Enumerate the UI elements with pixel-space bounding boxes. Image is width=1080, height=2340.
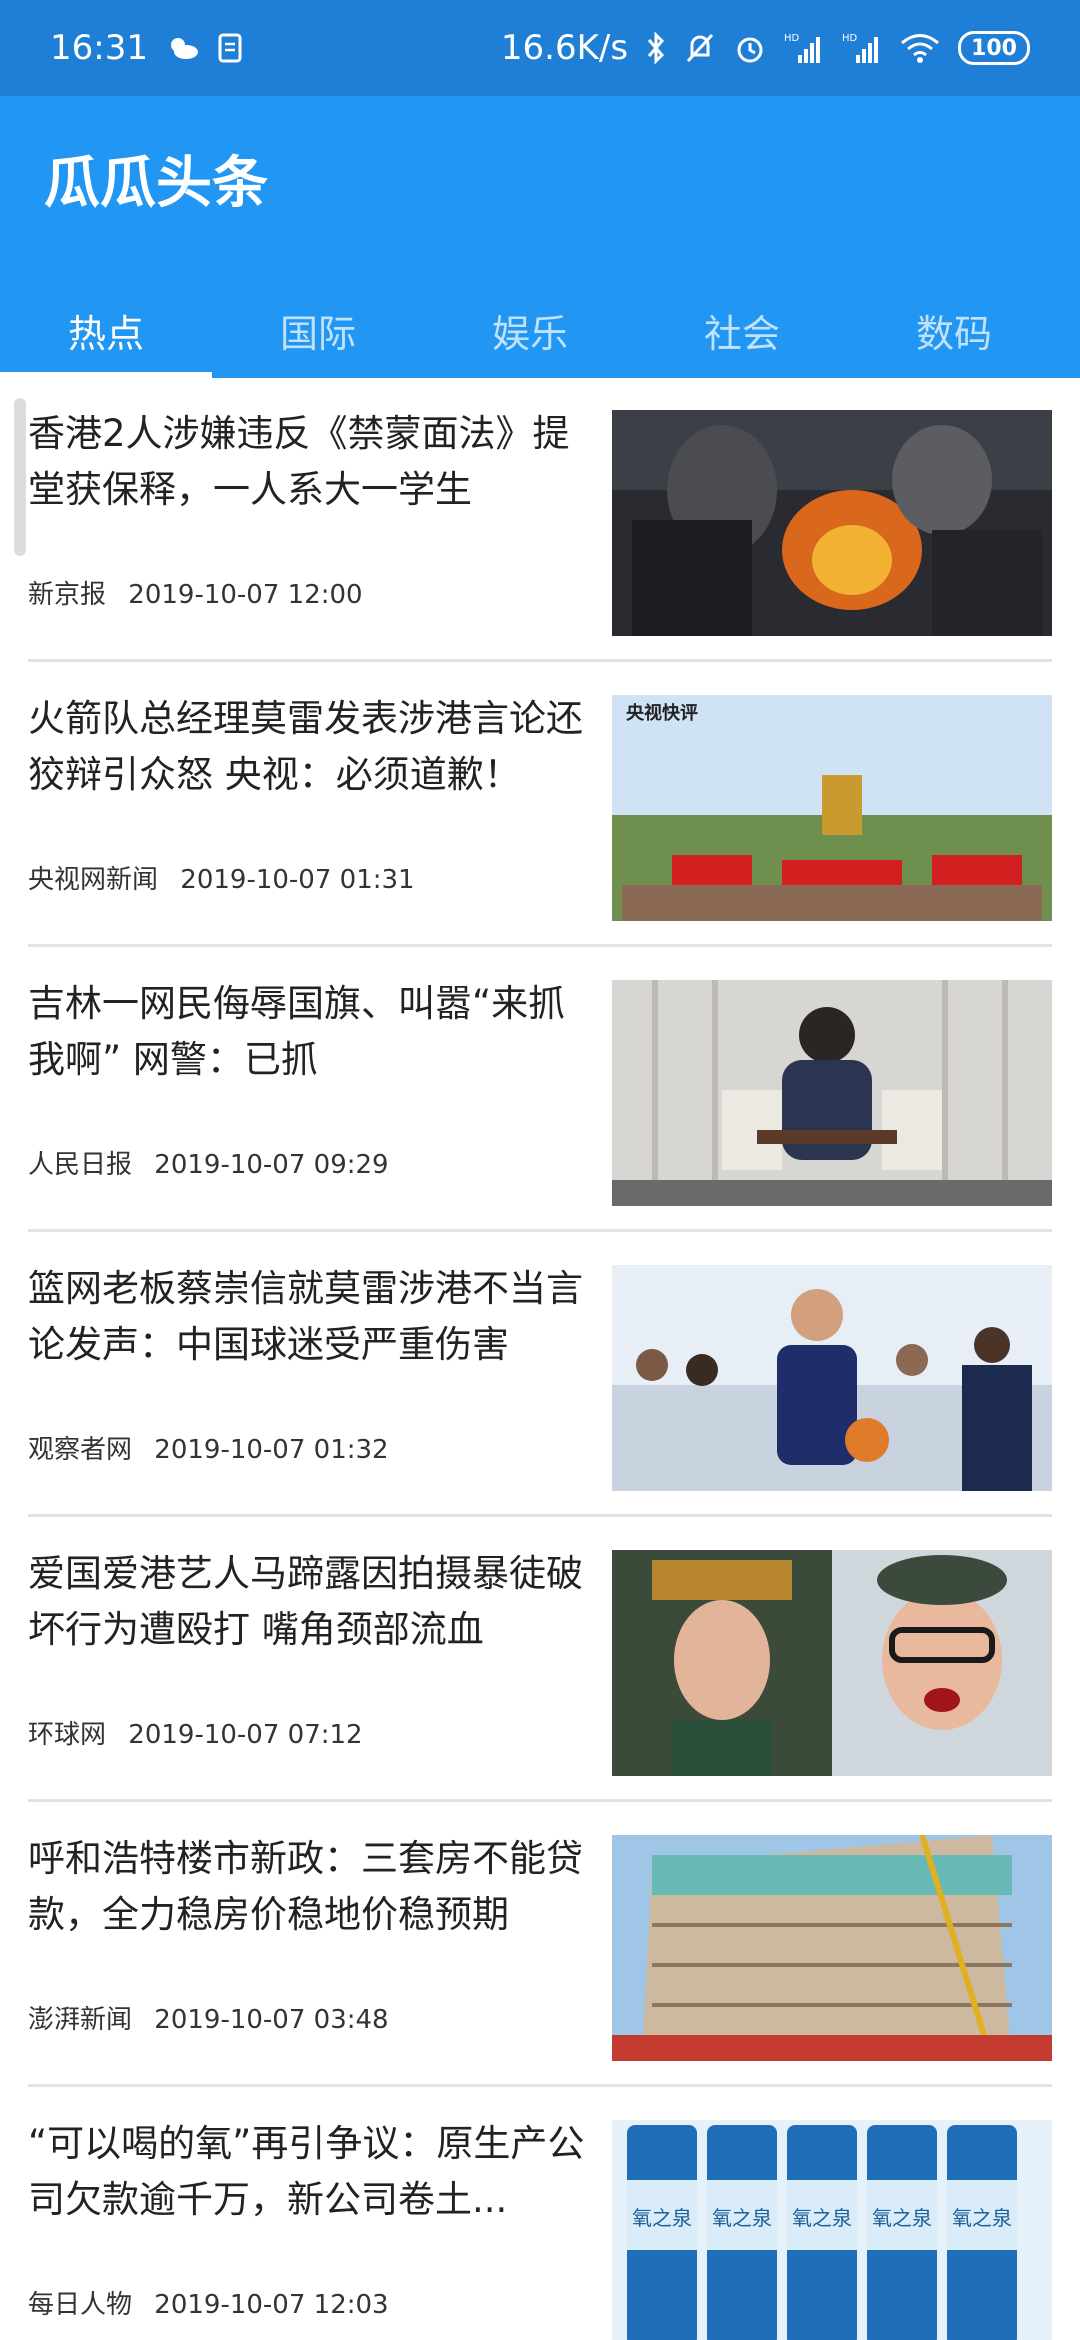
news-time: 2019-10-07 12:00 (128, 580, 363, 610)
news-source: 新京报 (28, 580, 107, 610)
news-feed[interactable]: 香港2人涉嫌违反《禁蒙面法》提堂获保释，一人系大一学生 新京报 2019-10-… (0, 378, 1080, 2340)
status-time: 16:31 (50, 28, 148, 68)
cloudy-weather-icon (166, 35, 200, 61)
signal-icon-2: HD (842, 31, 882, 65)
interrogation-room-photo (612, 980, 1052, 1206)
news-title: 香港2人涉嫌违反《禁蒙面法》提堂获保释，一人系大一学生 (28, 412, 570, 511)
news-title: “可以喝的氧”再引争议：原生产公司欠款逾千万，新公司卷土... (28, 2122, 585, 2221)
news-thumbnail[interactable]: 央视快评 (612, 695, 1052, 921)
status-left: 16:31 (50, 28, 244, 68)
svg-text:HD: HD (842, 33, 858, 44)
news-meta: 央视网新闻 2019-10-07 01:31 (28, 859, 415, 896)
svg-text:氧之泉: 氧之泉 (632, 2206, 692, 2230)
battery-indicator: 100 (958, 31, 1030, 65)
news-title: 吉林一网民侮辱国旗、叫嚣“来抓我啊” 网警：已抓 (28, 982, 566, 1081)
bluetooth-icon (646, 31, 666, 65)
news-time: 2019-10-07 12:03 (154, 2290, 389, 2320)
tab-label: 热点 (67, 311, 144, 356)
status-bar: 16:31 16.6K/s HD HD 100 (0, 0, 1080, 96)
basketball-owner-photo (612, 1265, 1052, 1491)
svg-text:氧之泉: 氧之泉 (792, 2206, 852, 2230)
wifi-icon (900, 32, 940, 64)
tab-society[interactable]: 社会 (636, 282, 848, 378)
tab-label: 国际 (279, 311, 356, 356)
mute-bell-icon (684, 31, 716, 65)
tab-entertainment[interactable]: 娱乐 (424, 282, 636, 378)
svg-text:央视快评: 央视快评 (626, 702, 698, 724)
news-item[interactable]: 吉林一网民侮辱国旗、叫嚣“来抓我啊” 网警：已抓 人民日报 2019-10-07… (28, 948, 1052, 1232)
app-bar: 瓜瓜头条 热点 国际 娱乐 社会 数码 (0, 96, 1080, 378)
news-item[interactable]: “可以喝的氧”再引争议：原生产公司欠款逾千万，新公司卷土... 每日人物 201… (28, 2088, 1052, 2340)
news-item[interactable]: 火箭队总经理莫雷发表涉港言论还狡辩引众怒 央视：必须道歉！ 央视网新闻 2019… (28, 663, 1052, 947)
news-title: 呼和浩特楼市新政：三套房不能贷款，全力稳房价稳地价稳预期 (28, 1837, 583, 1936)
document-icon (218, 33, 244, 63)
news-source: 澎湃新闻 (28, 2005, 133, 2035)
news-source: 环球网 (28, 1720, 107, 1750)
signal-icon-1: HD (784, 31, 824, 65)
building-construction-photo (612, 1835, 1052, 2061)
tab-label: 数码 (915, 311, 992, 356)
news-meta: 新京报 2019-10-07 12:00 (28, 574, 363, 611)
news-title: 篮网老板蔡崇信就莫雷涉港不当言论发声：中国球迷受严重伤害 (28, 1267, 583, 1366)
tab-digital[interactable]: 数码 (848, 282, 1060, 378)
news-meta: 环球网 2019-10-07 07:12 (28, 1714, 363, 1751)
news-thumbnail[interactable] (612, 1265, 1052, 1491)
news-title: 爱国爱港艺人马蹄露因拍摄暴徒破坏行为遭殴打 嘴角颈部流血 (28, 1552, 583, 1651)
news-time: 2019-10-07 07:12 (128, 1720, 363, 1750)
status-right: 16.6K/s HD HD 100 (501, 28, 1030, 68)
news-item[interactable]: 篮网老板蔡崇信就莫雷涉港不当言论发声：中国球迷受严重伤害 观察者网 2019-1… (28, 1233, 1052, 1517)
injured-actress-photo (612, 1550, 1052, 1776)
tab-international[interactable]: 国际 (212, 282, 424, 378)
news-thumbnail[interactable] (612, 410, 1052, 636)
svg-text:氧之泉: 氧之泉 (712, 2206, 772, 2230)
news-meta: 观察者网 2019-10-07 01:32 (28, 1429, 389, 1466)
news-item[interactable]: 爱国爱港艺人马蹄露因拍摄暴徒破坏行为遭殴打 嘴角颈部流血 环球网 2019-10… (28, 1518, 1052, 1802)
news-time: 2019-10-07 01:32 (154, 1435, 389, 1465)
news-time: 2019-10-07 03:48 (154, 2005, 389, 2035)
news-meta: 人民日报 2019-10-07 09:29 (28, 1144, 389, 1181)
news-source: 人民日报 (28, 1150, 133, 1180)
news-item[interactable]: 香港2人涉嫌违反《禁蒙面法》提堂获保释，一人系大一学生 新京报 2019-10-… (28, 378, 1052, 662)
news-source: 每日人物 (28, 2290, 133, 2320)
scrollbar-thumb[interactable] (14, 398, 26, 556)
news-meta: 每日人物 2019-10-07 12:03 (28, 2284, 389, 2321)
news-thumbnail[interactable] (612, 1835, 1052, 2061)
category-tabs: 热点 国际 娱乐 社会 数码 (0, 282, 1080, 378)
svg-text:氧之泉: 氧之泉 (872, 2206, 932, 2230)
oxygen-water-bottles-photo: 氧之泉 氧之泉 氧之泉 氧之泉 氧之泉 (612, 2120, 1052, 2340)
alarm-icon (734, 31, 766, 65)
net-speed: 16.6K/s (500, 28, 629, 68)
svg-text:HD: HD (784, 33, 800, 44)
news-source: 央视网新闻 (28, 865, 159, 895)
tab-label: 社会 (703, 311, 780, 356)
news-thumbnail[interactable] (612, 980, 1052, 1206)
app-title: 瓜瓜头条 (44, 151, 268, 216)
news-meta: 澎湃新闻 2019-10-07 03:48 (28, 1999, 389, 2036)
tab-hot[interactable]: 热点 (0, 282, 212, 378)
news-thumbnail[interactable] (612, 1550, 1052, 1776)
flag-crowd-photo: 央视快评 (612, 695, 1052, 921)
news-source: 观察者网 (28, 1435, 133, 1465)
news-title: 火箭队总经理莫雷发表涉港言论还狡辩引众怒 央视：必须道歉！ (28, 697, 583, 796)
tab-label: 娱乐 (491, 311, 568, 356)
svg-text:氧之泉: 氧之泉 (952, 2206, 1012, 2230)
news-time: 2019-10-07 01:31 (180, 865, 415, 895)
news-thumbnail[interactable]: 氧之泉 氧之泉 氧之泉 氧之泉 氧之泉 (612, 2120, 1052, 2340)
news-time: 2019-10-07 09:29 (154, 1150, 389, 1180)
news-item[interactable]: 呼和浩特楼市新政：三套房不能贷款，全力稳房价稳地价稳预期 澎湃新闻 2019-1… (28, 1803, 1052, 2087)
riot-police-photo (612, 410, 1052, 636)
